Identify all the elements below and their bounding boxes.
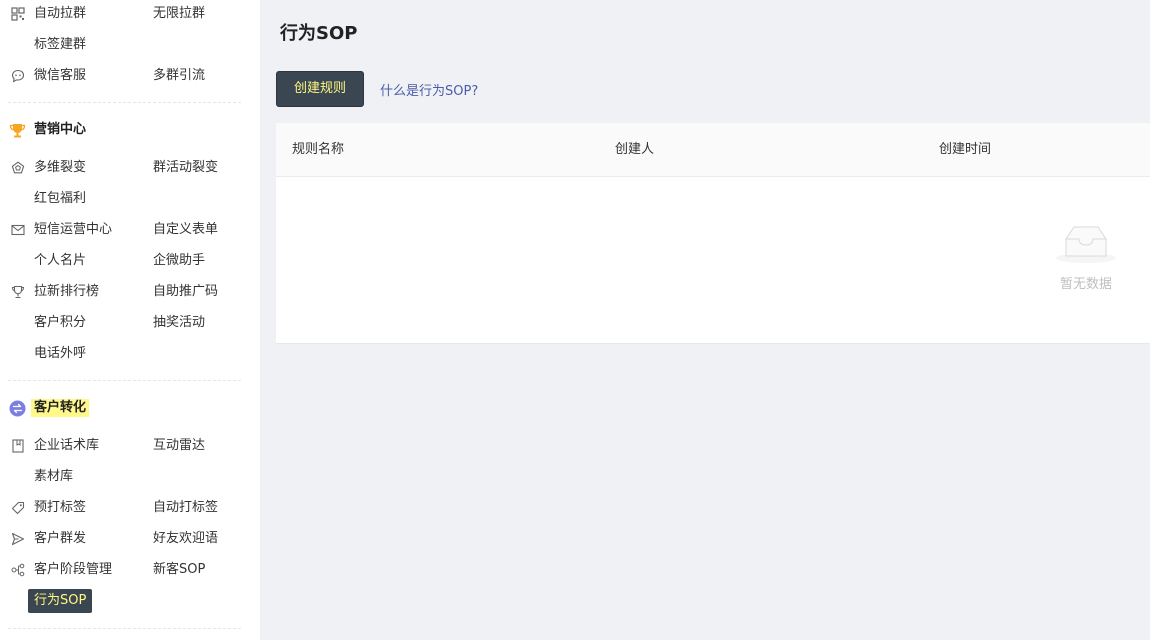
rules-table: 规则名称 创建人 创建时间 暂无数据 (276, 123, 1150, 344)
nav-behavior-sop[interactable]: 行为SOP (28, 589, 93, 613)
nav-business-card[interactable]: 个人名片 (34, 247, 86, 275)
sidebar-row: 短信运营中心 自定义表单 (0, 216, 260, 244)
nav-pre-tag[interactable]: 预打标签 (34, 494, 86, 522)
chat-bubble-icon (11, 69, 25, 83)
nav-multi-group-traffic[interactable]: 多群引流 (153, 62, 205, 90)
help-link[interactable]: 什么是行为SOP? (380, 80, 478, 99)
empty-box-icon (1054, 223, 1118, 265)
divider (8, 102, 241, 103)
nav-customer-points[interactable]: 客户积分 (34, 309, 86, 337)
sidebar-row: 预打标签 自动打标签 (0, 494, 260, 522)
sidebar-row: 个人名片 企微助手 (0, 247, 260, 275)
empty-text: 暂无数据 (1059, 277, 1112, 292)
nav-script-library[interactable]: 企业话术库 (34, 432, 99, 460)
tag-icon (11, 501, 25, 515)
exchange-icon (9, 400, 26, 417)
sidebar-row: 红包福利 (0, 185, 260, 213)
trophy-icon (9, 122, 26, 139)
main-content: 行为SOP 创建规则 什么是行为SOP? 规则名称 创建人 创建时间 暂无数据 (260, 0, 1150, 640)
sidebar: 自动拉群 无限拉群 标签建群 微信客服 多群引流 营销中心 多维裂变 群活动裂变… (0, 0, 260, 640)
pentagon-icon (11, 161, 25, 175)
section-title-conversion: 客户转化 (31, 399, 90, 417)
create-rule-button[interactable]: 创建规则 (276, 71, 364, 107)
divider (8, 628, 241, 629)
nav-red-packet[interactable]: 红包福利 (34, 185, 86, 213)
nav-sms-center[interactable]: 短信运营中心 (34, 216, 112, 244)
table-header: 规则名称 创建人 创建时间 (276, 123, 1150, 177)
sidebar-row: 多维裂变 群活动裂变 (0, 154, 260, 182)
divider (8, 380, 241, 381)
book-icon (11, 439, 25, 453)
column-header-creator: 创建人 (615, 142, 655, 157)
sidebar-row: 客户阶段管理 新客SOP (0, 556, 260, 584)
empty-state: 暂无数据 (1054, 223, 1118, 292)
column-header-rule-name: 规则名称 (292, 142, 345, 157)
sidebar-row: 客户群发 好友欢迎语 (0, 525, 260, 553)
nav-leaderboard[interactable]: 拉新排行榜 (34, 278, 99, 306)
sidebar-row: 电话外呼 (0, 340, 260, 368)
nav-wechat-service[interactable]: 微信客服 (34, 62, 86, 90)
nav-interaction-radar[interactable]: 互动雷达 (153, 432, 205, 460)
nav-unlimited-group[interactable]: 无限拉群 (153, 0, 205, 28)
nav-auto-tag[interactable]: 自动打标签 (153, 494, 218, 522)
page-title: 行为SOP (280, 23, 358, 44)
nav-group-activity-fission[interactable]: 群活动裂变 (153, 154, 218, 182)
nav-custom-form[interactable]: 自定义表单 (153, 216, 218, 244)
section-title-marketing: 营销中心 (34, 122, 87, 137)
cup-icon (11, 285, 25, 299)
nav-wecom-assistant[interactable]: 企微助手 (153, 247, 205, 275)
sidebar-row: 拉新排行榜 自助推广码 (0, 278, 260, 306)
sidebar-row: 企业话术库 互动雷达 (0, 432, 260, 460)
send-icon (11, 532, 25, 546)
qrcode-icon (11, 7, 25, 21)
sidebar-row: 行为SOP (0, 587, 260, 615)
nav-lottery[interactable]: 抽奖活动 (153, 309, 205, 337)
nav-phone-outbound[interactable]: 电话外呼 (34, 340, 86, 368)
sidebar-row: 微信客服 多群引流 (0, 62, 260, 90)
nav-tag-group[interactable]: 标签建群 (34, 31, 86, 59)
sidebar-row: 自动拉群 无限拉群 (0, 0, 260, 28)
nav-auto-group[interactable]: 自动拉群 (34, 0, 86, 28)
sidebar-row: 素材库 (0, 463, 260, 491)
nav-stage-management[interactable]: 客户阶段管理 (34, 556, 112, 584)
section-conversion[interactable]: 客户转化 (0, 394, 260, 422)
nav-mass-send[interactable]: 客户群发 (34, 525, 86, 553)
sidebar-row: 标签建群 (0, 31, 260, 59)
flow-icon (11, 563, 25, 577)
mail-icon (11, 223, 25, 237)
sidebar-row: 客户积分 抽奖活动 (0, 309, 260, 337)
nav-material-library[interactable]: 素材库 (34, 463, 73, 491)
nav-new-customer-sop[interactable]: 新客SOP (153, 556, 205, 584)
column-header-created-time: 创建时间 (939, 142, 992, 157)
nav-multi-fission[interactable]: 多维裂变 (34, 154, 86, 182)
section-marketing[interactable]: 营销中心 (0, 116, 260, 144)
nav-self-promo-code[interactable]: 自助推广码 (153, 278, 218, 306)
nav-welcome-message[interactable]: 好友欢迎语 (153, 525, 218, 553)
